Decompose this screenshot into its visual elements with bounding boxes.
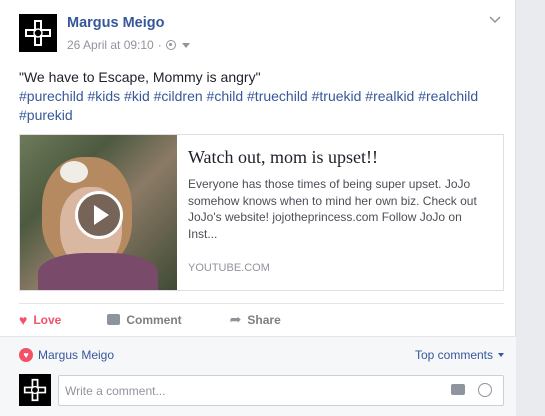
play-icon[interactable] [75, 191, 123, 239]
share-button[interactable]: ➦ Share [230, 311, 281, 328]
reactions-summary[interactable]: ♥ Margus Meigo [19, 348, 114, 362]
comment-button[interactable]: Comment [107, 312, 182, 327]
reactor-name[interactable]: Margus Meigo [38, 348, 114, 362]
feed-post: Margus Meigo 26 April at 09:10 · "We hav… [0, 0, 516, 416]
love-reaction-icon: ♥ [19, 348, 33, 362]
globe-icon[interactable] [165, 40, 176, 50]
post-text: "We have to Escape, Mommy is angry" #pur… [19, 68, 499, 125]
comment-sort-dropdown[interactable]: Top comments [415, 348, 504, 362]
commenter-avatar[interactable] [19, 374, 51, 406]
link-preview-card[interactable]: Watch out, mom is upset!! Everyone has t… [19, 134, 504, 291]
comment-sort-label: Top comments [414, 348, 493, 362]
cross-emblem-icon [25, 20, 51, 46]
comment-input[interactable] [59, 376, 429, 405]
cross-emblem-icon [23, 378, 47, 402]
card-body: Watch out, mom is upset!! Everyone has t… [177, 135, 503, 290]
comment-label: Comment [126, 312, 182, 327]
card-title[interactable]: Watch out, mom is upset!! [188, 147, 493, 168]
post-caption: "We have to Escape, Mommy is angry" [19, 69, 261, 85]
card-description: Everyone has those times of being super … [188, 177, 477, 241]
comment-icon [107, 314, 121, 325]
camera-icon[interactable] [451, 384, 465, 395]
caret-down-icon [498, 353, 504, 357]
post-meta: 26 April at 09:10 · [67, 38, 190, 52]
post-hashtags[interactable]: #purechild #kids #kid #cildren #child #t… [19, 87, 499, 125]
avatar[interactable] [19, 14, 57, 52]
love-label: Love [33, 312, 62, 327]
love-button[interactable]: ♥ Love [19, 312, 61, 328]
meta-separator: · [157, 38, 162, 52]
share-icon: ➦ [229, 311, 242, 327]
comment-box [58, 375, 504, 406]
post-options-chevron-icon[interactable] [489, 16, 501, 24]
chevron-down-icon[interactable] [181, 42, 190, 48]
video-thumbnail[interactable] [20, 135, 177, 290]
heart-icon: ♥ [19, 311, 28, 328]
post-actions: ♥ Love Comment ➦ Share [19, 303, 504, 335]
share-label: Share [247, 312, 281, 327]
card-source: YOUTUBE.COM [188, 262, 270, 274]
post-timestamp[interactable]: 26 April at 09:10 [67, 38, 154, 52]
author-name[interactable]: Margus Meigo [67, 15, 164, 31]
emoji-icon[interactable] [478, 383, 492, 397]
